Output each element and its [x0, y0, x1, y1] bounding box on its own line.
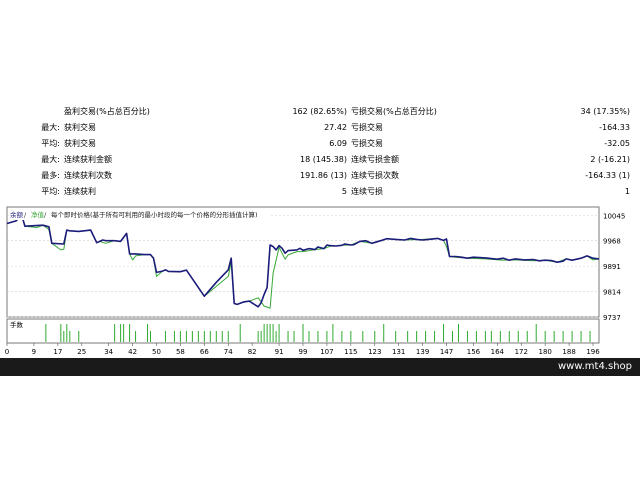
stats-value: 2 (-16.21) — [590, 155, 630, 164]
x-tick-label: 180 — [538, 348, 551, 356]
legend-balance-label: 余额 — [10, 210, 24, 219]
x-tick-label: 82 — [248, 348, 257, 356]
stats-label: 亏损交易 — [351, 139, 383, 148]
y-tick-label: 9737 — [603, 314, 621, 322]
x-tick-label: 91 — [275, 348, 284, 356]
stats-value: 34 (17.35%) — [580, 107, 630, 116]
stats-prefix: 最多: — [41, 171, 60, 180]
stats-prefix: 最大: — [41, 123, 60, 132]
y-tick-label: 9891 — [603, 263, 621, 271]
x-tick-label: 115 — [344, 348, 357, 356]
x-tick-label: 34 — [104, 348, 113, 356]
volume-label: 手数 — [10, 320, 24, 329]
x-tick-label: 42 — [128, 348, 137, 356]
stats-prefix: 最大: — [41, 155, 60, 164]
site-label: www.mt4.shop — [557, 361, 632, 372]
stats-label: 获利交易 — [64, 123, 96, 132]
x-tick-label: 156 — [467, 348, 481, 356]
blank-area — [0, 376, 640, 480]
stats-value: 5 — [341, 187, 347, 196]
x-tick-label: 123 — [368, 348, 381, 356]
x-tick-label: 99 — [299, 348, 308, 356]
x-tick-label: 139 — [416, 348, 429, 356]
x-tick-label: 50 — [152, 348, 161, 356]
x-tick-label: 66 — [200, 348, 209, 356]
x-tick-label: 17 — [53, 348, 62, 356]
stats-value: 18 (145.38) — [300, 155, 347, 164]
stats-prefix: 平均: — [41, 139, 60, 148]
plot-area — [6, 206, 600, 318]
stats-prefix: 平均: — [41, 187, 60, 196]
x-tick-label: 9 — [32, 348, 36, 356]
y-tick-label: 9968 — [603, 238, 621, 246]
stats-value: -164.33 — [599, 123, 630, 132]
stats-value: 191.86 (13) — [300, 171, 347, 180]
legend-note: 每个即时价格(基于所有可利用的最小时段的每一个价格的分形插值计算) — [51, 210, 258, 219]
stats-label: 亏损交易(%占总百分比) — [351, 107, 437, 116]
stats-value: 6.09 — [329, 139, 347, 148]
x-tick-label: 172 — [515, 348, 528, 356]
stats-label: 连续亏损 — [351, 187, 383, 196]
x-tick-label: 131 — [392, 348, 405, 356]
balance-chart: 10045 9968 9891 9814 9737 0 9 17 25 34 42 50 58 66 74 8… — [0, 203, 640, 358]
x-tick-label: 74 — [224, 348, 233, 356]
x-tick-label: 147 — [440, 348, 453, 356]
stats-label: 亏损交易 — [351, 123, 383, 132]
stats-label: 连续获利金额 — [64, 155, 112, 164]
y-tick-label: 9814 — [603, 289, 621, 297]
x-tick-label: 188 — [562, 348, 575, 356]
stats-value: 1 — [624, 187, 630, 196]
x-tick-label: 25 — [77, 348, 86, 356]
stats-label: 连续获利次数 — [64, 171, 112, 180]
stats-label: 获利交易 — [64, 139, 96, 148]
x-tick-label: 164 — [491, 348, 505, 356]
stats-label: 连续亏损次数 — [351, 171, 399, 180]
stats-value: -164.33 (1) — [585, 171, 630, 180]
balance-chart-svg: 10045 9968 9891 9814 9737 0 9 17 25 34 42 50 58 66 74 8… — [5, 206, 625, 356]
stats-label: 连续亏损金额 — [351, 155, 399, 164]
stats-value: 162 (82.65%) — [292, 107, 347, 116]
x-tick-label: 58 — [176, 348, 185, 356]
footer-bar: www.mt4.shop — [0, 358, 640, 376]
legend-equity-label: 净值 — [31, 210, 45, 219]
y-tick-label: 10045 — [603, 212, 625, 220]
stats-label: 盈利交易(%占总百分比) — [64, 107, 150, 116]
stats-table: 盈利交易(%占总百分比) 162 (82.65%) 亏损交易(%占总百分比) 3… — [0, 104, 640, 202]
x-tick-label: 0 — [5, 348, 9, 356]
x-tick-label: 196 — [586, 348, 600, 356]
stats-value: -32.05 — [604, 139, 630, 148]
stats-label: 连续获利 — [64, 187, 96, 196]
x-tick-label: 107 — [320, 348, 333, 356]
stats-value: 27.42 — [324, 123, 347, 132]
